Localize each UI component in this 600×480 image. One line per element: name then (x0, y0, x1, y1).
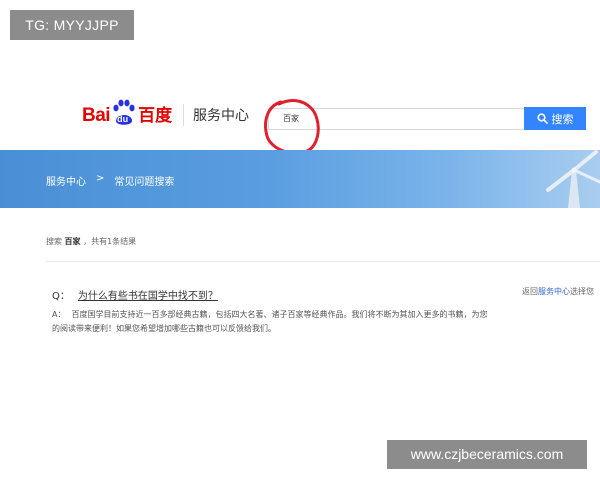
results-keyword: 百家 (64, 237, 81, 246)
breadcrumb-current: 常见问题搜索 (114, 177, 175, 188)
search-button-label: 搜索 (551, 112, 574, 126)
answer-text: 百度国学目前支持近一百多部经典古籍，包括四大名著、诸子百家等经典作品。我们将不断… (52, 310, 488, 333)
paw-icon: du (111, 99, 137, 127)
breadcrumb-separator: > (96, 173, 105, 184)
site-watermark: www.czjbeceramics.com (387, 440, 587, 469)
results-summary: 搜索 百家 ，共有1条结果 (46, 236, 136, 247)
search-input[interactable] (268, 108, 537, 130)
side-note-prefix: 返回 (522, 287, 538, 296)
results-prefix: 搜索 (46, 237, 62, 246)
results-count: ，共有1条结果 (83, 237, 137, 246)
qa-question-row: Q： 为什么有些书在国学中找不到？ (52, 287, 218, 302)
answer-label: A： (52, 310, 66, 319)
logo-du-text: du (117, 114, 129, 124)
page: TG: MYYJJPP Bai du 百度 服务中心 搜索 (0, 0, 600, 480)
breadcrumb: 服务中心 > 常见问题搜索 (46, 173, 174, 188)
question-label: Q： (52, 291, 70, 302)
results-divider (46, 261, 600, 262)
question-link[interactable]: 为什么有些书在国学中找不到？ (78, 287, 218, 302)
baidu-logo[interactable]: Bai du 百度 (82, 97, 172, 127)
side-note-link[interactable]: 服务中心 (538, 287, 570, 296)
search-icon (536, 113, 548, 124)
breadcrumb-home[interactable]: 服务中心 (46, 173, 86, 188)
banner: 服务中心 > 常见问题搜索 (0, 150, 600, 208)
logo-divider (183, 104, 184, 126)
logo-text-latin: Bai (82, 105, 111, 126)
wind-turbine-illustration (546, 150, 600, 208)
search-button[interactable]: 搜索 (524, 107, 586, 130)
side-note-suffix: 选择您 (570, 287, 594, 296)
logo-text-cn: 百度 (138, 106, 173, 126)
tag-watermark: TG: MYYJJPP (10, 10, 134, 40)
service-center-title: 服务中心 (193, 108, 249, 124)
side-note: 返回服务中心选择您 (522, 286, 600, 297)
qa-answer: A： 百度国学目前支持近一百多部经典古籍，包括四大名著、诸子百家等经典作品。我们将… (52, 308, 492, 336)
